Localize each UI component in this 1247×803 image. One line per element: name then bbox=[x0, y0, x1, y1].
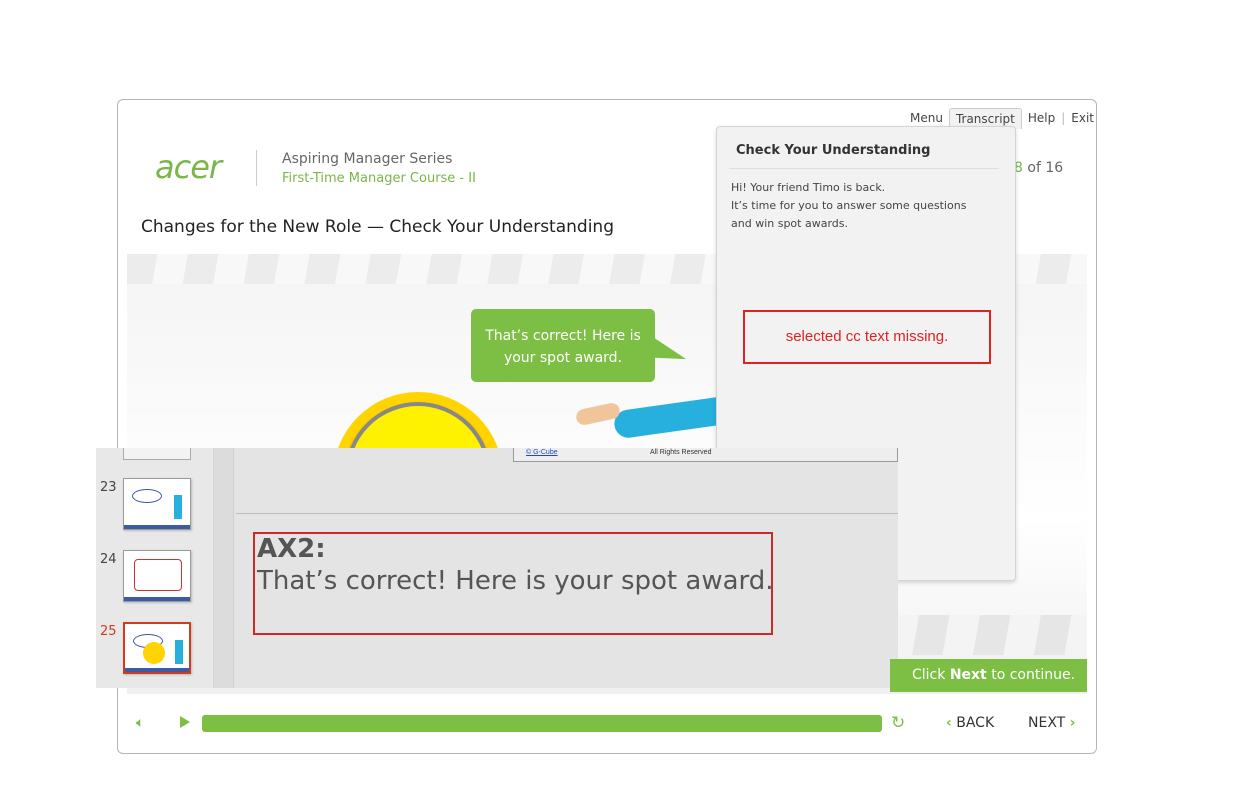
transcript-title: Check Your Understanding bbox=[736, 143, 931, 158]
slide-thumbnail-selected[interactable] bbox=[123, 622, 191, 674]
logo-divider bbox=[256, 150, 257, 186]
player-controls: 🔈︎ ↻ ‹ BACK NEXT › bbox=[118, 706, 1096, 742]
thumb-bar bbox=[124, 525, 190, 529]
page-counter: 8 of 16 bbox=[1014, 160, 1063, 176]
transcript-divider bbox=[729, 168, 999, 169]
thumbnail-row[interactable]: 23 bbox=[96, 478, 214, 538]
continue-suffix: to continue. bbox=[986, 667, 1076, 683]
chevron-left-icon: ‹ bbox=[946, 715, 952, 731]
thumbnail-row[interactable]: 24 bbox=[96, 550, 214, 610]
transcript-line: It’s time for you to answer some questio… bbox=[731, 199, 967, 212]
character-sleeve bbox=[612, 396, 726, 440]
thumb-award bbox=[143, 642, 165, 664]
back-label: BACK bbox=[956, 715, 995, 731]
thumb-box bbox=[134, 559, 182, 591]
help-link[interactable]: Help bbox=[1022, 108, 1061, 128]
rights-text: All Rights Reserved bbox=[650, 449, 712, 456]
slide-thumbnail[interactable] bbox=[123, 550, 191, 602]
overlay-gutter bbox=[214, 448, 234, 688]
thumbnail-strip: 23 24 25 bbox=[96, 448, 214, 688]
thumb-figure bbox=[175, 640, 183, 664]
course-title: First-Time Manager Course - II bbox=[282, 171, 476, 186]
gcube-link[interactable]: © G-Cube bbox=[526, 449, 558, 456]
volume-icon[interactable]: 🔈︎ bbox=[136, 715, 144, 731]
thumb-bar bbox=[124, 597, 190, 601]
transcript-line: Hi! Your friend Timo is back. bbox=[731, 181, 886, 194]
series-title: Aspiring Manager Series bbox=[282, 151, 453, 167]
thumbnail-number: 24 bbox=[100, 552, 117, 567]
transcript-body: Hi! Your friend Timo is back. It’s time … bbox=[731, 179, 991, 233]
continue-bold: Next bbox=[949, 667, 987, 683]
progress-fill bbox=[202, 715, 882, 732]
menu-link[interactable]: Menu bbox=[904, 108, 949, 128]
play-icon[interactable] bbox=[180, 716, 190, 728]
exit-link[interactable]: Exit bbox=[1065, 108, 1100, 128]
slide-footer-strip: © G-Cube All Rights Reserved bbox=[513, 448, 898, 462]
annotation-label: AX2: bbox=[257, 534, 326, 564]
thumbnail-row[interactable]: 25 bbox=[96, 622, 214, 682]
chevron-right-icon: › bbox=[1069, 715, 1076, 731]
next-button[interactable]: NEXT › bbox=[1028, 715, 1075, 731]
overlay-divider bbox=[236, 513, 898, 514]
thumbnail-number: 23 bbox=[100, 480, 117, 495]
cc-missing-notice: selected cc text missing. bbox=[743, 310, 991, 364]
continue-prefix: Click bbox=[912, 667, 950, 683]
slide-title: Changes for the New Role — Check Your Un… bbox=[141, 217, 614, 237]
annotation-box: AX2: That’s correct! Here is your spot a… bbox=[253, 532, 774, 635]
acer-logo: acer bbox=[155, 148, 222, 186]
review-overlay: 23 24 25 © G-Cube All Rights Reserved AX… bbox=[96, 448, 898, 688]
annotation-text: That’s correct! Here is your spot award. bbox=[257, 566, 774, 596]
thumb-bubble bbox=[132, 489, 162, 503]
thumb-figure bbox=[174, 495, 182, 519]
replay-icon[interactable]: ↻ bbox=[891, 713, 905, 733]
speech-bubble: That’s correct! Here is your spot award. bbox=[471, 309, 655, 382]
page-total: of 16 bbox=[1022, 160, 1064, 176]
transcript-line: and win spot awards. bbox=[731, 217, 848, 230]
back-button[interactable]: ‹ BACK bbox=[946, 715, 994, 731]
slide-thumbnail[interactable] bbox=[123, 478, 191, 530]
character-arm bbox=[574, 396, 726, 440]
progress-bar[interactable] bbox=[202, 715, 882, 732]
next-label: NEXT bbox=[1028, 715, 1066, 731]
thumbnail-previous[interactable] bbox=[123, 448, 191, 460]
thumb-bar bbox=[125, 668, 189, 672]
continue-prompt: Click Next to continue. bbox=[890, 659, 1087, 692]
thumbnail-number: 25 bbox=[100, 624, 117, 639]
